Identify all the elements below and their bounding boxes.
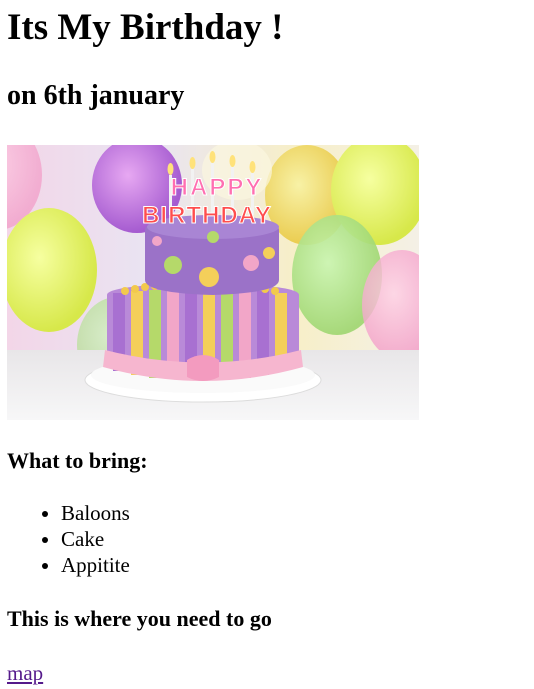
list-item: Appitite (61, 552, 130, 578)
map-link[interactable]: map (7, 661, 43, 686)
list-item: Cake (61, 526, 130, 552)
cake-topper-birthday: BIRTHDAY (142, 202, 272, 229)
page-title: Its My Birthday ! (7, 7, 284, 48)
bring-heading: What to bring: (7, 448, 148, 473)
directions-heading: This is where you need to go (7, 606, 272, 631)
cake-topper-happy: HAPPY (171, 174, 264, 201)
list-item: Baloons (61, 500, 130, 526)
bring-list: Baloons Cake Appitite (7, 500, 130, 578)
birthday-cake-image: HAPPY BIRTHDAY (7, 145, 419, 420)
page-subtitle: on 6th january (7, 80, 185, 111)
